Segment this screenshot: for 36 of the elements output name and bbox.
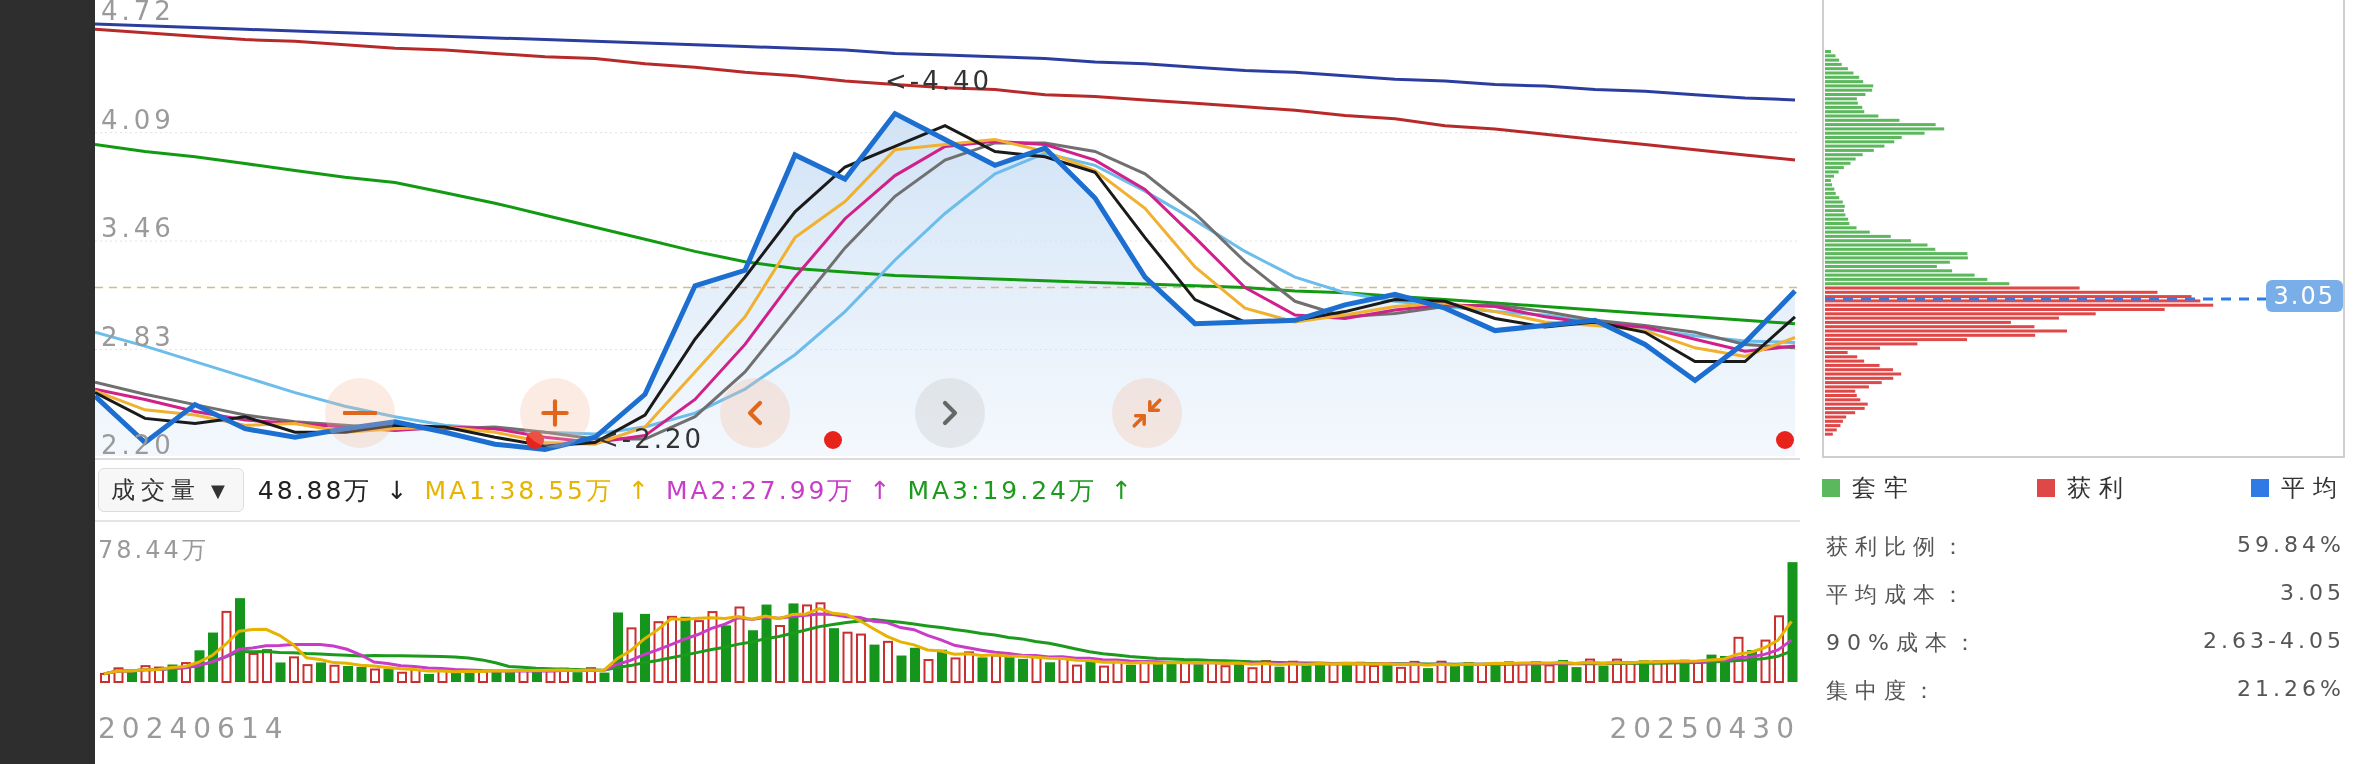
stat-label: 集中度： [1826,677,1942,705]
stat-label: 90%成本： [1826,629,1983,657]
legend-label: 平均 [2281,473,2345,504]
zoom-in-button[interactable] [520,378,590,448]
event-dot [1776,431,1794,449]
stat-value: 2.63-4.05 [2203,628,2345,655]
stat-value: 21.26% [2237,676,2345,703]
caret-icon: ▼ [211,479,231,501]
trend-arrow: ↑ [1111,475,1135,505]
price-axis-label: 2.20 [101,430,175,458]
price-tag: 3.05 [2265,280,2343,312]
legend-label: 套牢 [1852,473,1916,504]
trend-arrow: ↑ [627,475,652,505]
price-axis-label: 4.72 [101,0,175,27]
moving-average-value: MA1:38.55万 [424,474,614,507]
legend-label: 获利 [2066,473,2131,504]
moving-average-value: MA2:27.99万 [665,474,856,507]
trend-arrow: ↑ [869,475,894,505]
volume-axis-label: 78.44万 [98,535,209,566]
date-label: 20250430 [1609,712,1800,745]
indicator-select[interactable]: 成交量 ▼ [98,468,244,512]
stat-label: 平均成本： [1826,581,1971,609]
stat-label: 获利比例： [1826,533,1971,561]
event-dot [526,431,544,449]
date-label: 20240614 [98,712,289,745]
stat-value: 3.05 [2280,580,2345,607]
event-dot [824,431,842,449]
price-axis-label: 2.83 [101,321,175,352]
minus-icon [343,411,377,415]
inward-arrows-icon [1130,396,1164,430]
volume-value: 48.88万 [257,474,373,507]
stat-value: 59.84% [2237,532,2345,559]
price-axis-label: 4.09 [101,104,175,135]
trend-arrow: ↓ [386,475,411,505]
price-axis-label: 3.46 [101,213,175,244]
moving-average-value: MA3:19.24万 [907,474,1097,507]
